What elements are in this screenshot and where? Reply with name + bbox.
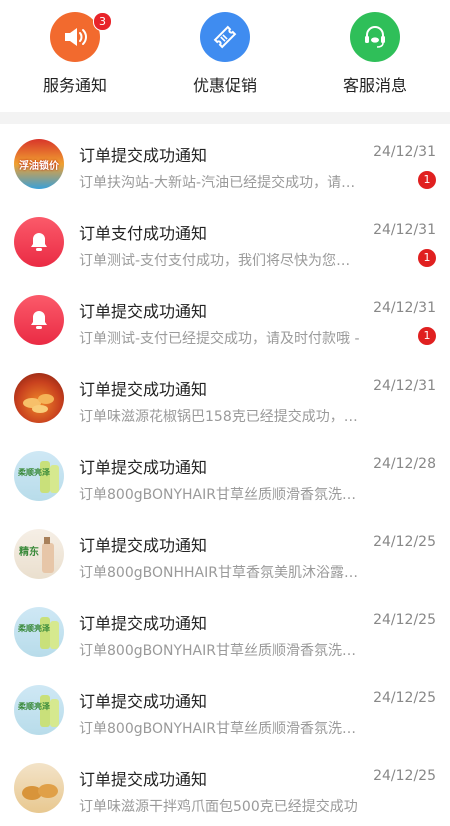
category-promotions[interactable]: 优惠促销 [150,12,300,102]
message-title: 订单提交成功通知 [79,770,208,789]
bread-product-image [14,763,64,813]
unread-count-badge: 3 [93,12,112,31]
message-date: 24/12/31 [373,300,436,316]
category-bar: 3 服务通知 优惠促销 客服消息 [0,0,450,112]
message-date: 24/12/31 [373,378,436,394]
message-preview: 订单800gBONYHAIR甘草丝质顺滑香氛洗发水已经提交成功 [79,487,361,503]
message-title: 订单提交成功通知 [79,302,208,321]
category-label: 客服消息 [342,76,407,95]
shampoo-product-image: 柔顺亮泽 [14,607,64,657]
bell-icon [14,295,64,345]
message-date: 24/12/28 [373,456,436,472]
shampoo-product-image: 柔顺亮泽 [14,685,64,735]
message-preview: 订单800gBONYHAIR甘草丝质顺滑香氛洗发水已经提交成功 [79,721,361,737]
unread-badge: 1 [418,327,436,345]
category-label: 优惠促销 [192,76,257,95]
message-row[interactable]: 订单提交成功通知 24/12/31 订单测试-支付已经提交成功，请及时付款哦 -… [0,280,450,358]
category-label: 服务通知 [42,76,107,95]
message-date: 24/12/25 [373,690,436,706]
message-preview: 订单测试-支付已经提交成功，请及时付款哦 - [79,331,360,347]
message-preview: 订单味滋源干拌鸡爪面包500克已经提交成功 [79,799,358,815]
bodywash-product-image: 精东 [14,529,64,579]
unread-badge: 1 [418,171,436,189]
message-preview: 订单扶沟站-大新站-汽油已经提交成功，请及时付款哦 [79,175,361,191]
message-row[interactable]: 柔顺亮泽 订单提交成功通知 24/12/28 订单800gBONYHAIR甘草丝… [0,436,450,514]
unread-badge: 1 [418,249,436,267]
message-title: 订单支付成功通知 [79,224,208,243]
shampoo-product-image: 柔顺亮泽 [14,451,64,501]
message-date: 24/12/31 [373,222,436,238]
message-row[interactable]: 订单提交成功通知 24/12/25 订单味滋源干拌鸡爪面包500克已经提交成功 [0,748,450,826]
message-title: 订单提交成功通知 [79,380,208,399]
ticket-icon [200,12,250,62]
message-title: 订单提交成功通知 [79,614,208,633]
message-title: 订单提交成功通知 [79,146,208,165]
message-row[interactable]: 浮油锁价 订单提交成功通知 24/12/31 订单扶沟站-大新站-汽油已经提交成… [0,124,450,202]
message-date: 24/12/31 [373,144,436,160]
message-row[interactable]: 柔顺亮泽 订单提交成功通知 24/12/25 订单800gBONYHAIR甘草丝… [0,670,450,748]
section-divider [0,112,450,124]
fuel-promo-image: 浮油锁价 [14,139,64,189]
message-preview: 订单800gBONYHAIR甘草丝质顺滑香氛洗发水已经提交成功 [79,643,361,659]
message-row[interactable]: 订单支付成功通知 24/12/31 订单测试-支付支付成功，我们将尽快为您安排发… [0,202,450,280]
message-preview: 订单测试-支付支付成功，我们将尽快为您安排发货 [79,253,361,269]
message-row[interactable]: 精东 订单提交成功通知 24/12/25 订单800gBONHHAIR甘草香氛美… [0,514,450,592]
category-service-notice[interactable]: 3 服务通知 [0,12,150,102]
snack-product-image [14,373,64,423]
message-row[interactable]: 柔顺亮泽 订单提交成功通知 24/12/25 订单800gBONYHAIR甘草丝… [0,592,450,670]
headset-icon [350,12,400,62]
message-date: 24/12/25 [373,534,436,550]
message-date: 24/12/25 [373,768,436,784]
message-title: 订单提交成功通知 [79,536,208,555]
message-date: 24/12/25 [373,612,436,628]
message-row[interactable]: 订单提交成功通知 24/12/31 订单味滋源花椒锅巴158克已经提交成功，请及… [0,358,450,436]
message-preview: 订单味滋源花椒锅巴158克已经提交成功，请及时付款哦 [79,409,361,425]
category-customer-service[interactable]: 客服消息 [300,12,450,102]
bell-icon [14,217,64,267]
message-title: 订单提交成功通知 [79,692,208,711]
message-title: 订单提交成功通知 [79,458,208,477]
message-preview: 订单800gBONHHAIR甘草香氛美肌沐浴露已经提交成功 [79,565,361,581]
